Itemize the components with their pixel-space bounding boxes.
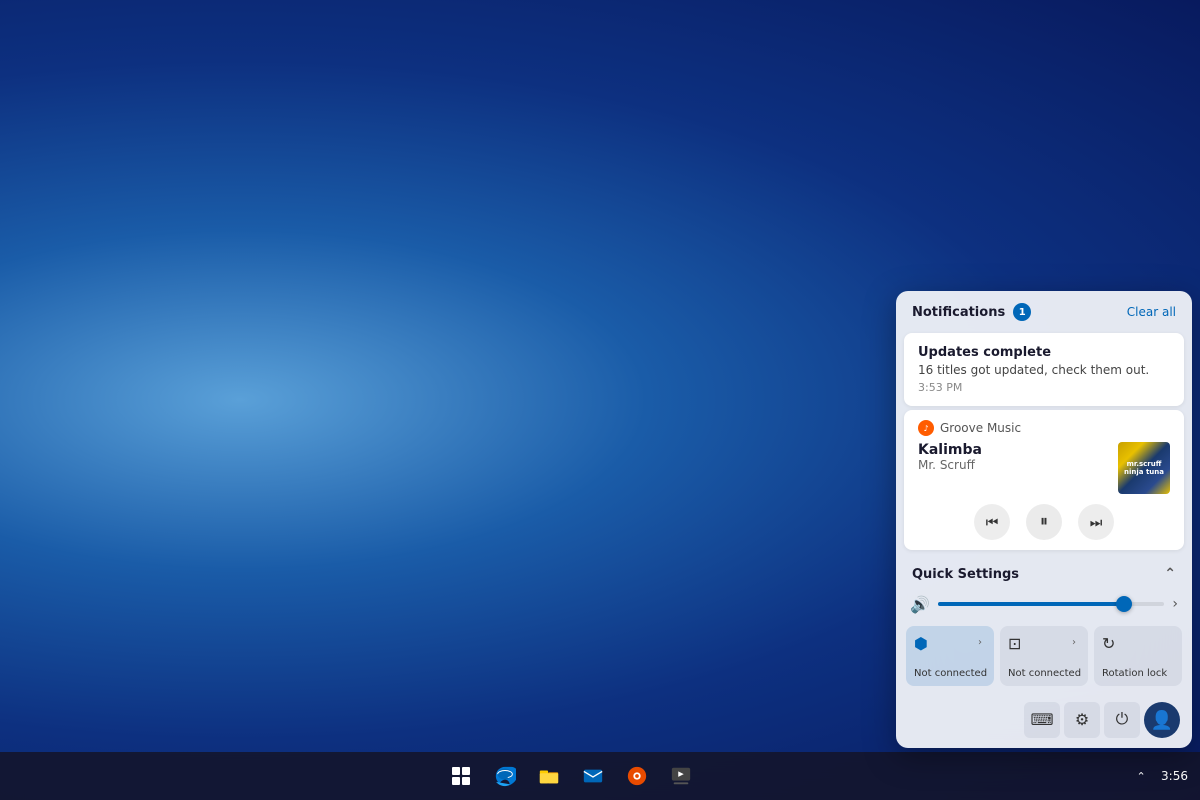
windows-logo — [452, 767, 470, 785]
connect-tile-top: ⊡ › — [1008, 634, 1082, 653]
rotation-tile-top: ↻ › — [1102, 634, 1176, 653]
clear-all-button[interactable]: Clear all — [1127, 305, 1176, 319]
desktop: Notifications 1 Clear all Updates comple… — [0, 0, 1200, 800]
notif-title: Updates complete — [918, 345, 1170, 360]
quick-settings-collapse-icon[interactable]: ⌃ — [1164, 566, 1176, 582]
volume-expand-icon[interactable]: › — [1172, 596, 1178, 612]
start-button[interactable] — [441, 756, 481, 796]
music-content: Kalimba Mr. Scruff mr.scruff ninja tuna — [918, 442, 1170, 494]
notif-time: 3:53 PM — [918, 381, 1170, 394]
connect-tile-label: Not connected — [1008, 668, 1082, 680]
groove-music-app-name: Groove Music — [940, 421, 1021, 435]
keyboard-button[interactable]: ⌨ — [1024, 702, 1060, 738]
system-tray: ⌃ — [1129, 764, 1153, 788]
volume-fill — [938, 602, 1124, 606]
quick-settings-section: Quick Settings ⌃ 🔊 › ⬢ — [896, 556, 1192, 748]
music-track-title: Kalimba — [918, 442, 1118, 458]
mail-taskbar-icon[interactable] — [573, 756, 613, 796]
bluetooth-tile-label: Not connected — [914, 668, 988, 680]
action-center-panel: Notifications 1 Clear all Updates comple… — [896, 291, 1192, 748]
notifications-badge: 1 — [1013, 303, 1031, 321]
bluetooth-tile-top: ⬢ › — [914, 634, 988, 653]
taskbar-clock[interactable]: 3:56 — [1161, 768, 1188, 785]
rotation-lock-icon: ↻ — [1102, 634, 1115, 653]
connect-display-icon: ⊡ — [1008, 634, 1021, 653]
notifications-title-text: Notifications — [912, 305, 1005, 320]
quick-settings-title: Quick Settings — [912, 567, 1019, 582]
rotation-lock-tile[interactable]: ↻ › Rotation lock — [1094, 626, 1182, 686]
notifications-label: Notifications 1 — [912, 303, 1031, 321]
volume-thumb[interactable] — [1116, 596, 1132, 612]
taskbar-icons-area — [12, 756, 1129, 796]
bluetooth-icon: ⬢ — [914, 634, 928, 653]
album-line2: ninja tuna — [1124, 468, 1164, 476]
file-explorer-taskbar-icon[interactable] — [529, 756, 569, 796]
rotation-tile-label: Rotation lock — [1102, 668, 1176, 680]
taskbar: ⌃ 3:56 — [0, 752, 1200, 800]
notif-body: 16 titles got updated, check them out. — [918, 363, 1170, 377]
notifications-header: Notifications 1 Clear all — [896, 291, 1192, 329]
music-controls: ⏮ ⏸ ⏭ — [918, 504, 1170, 540]
pause-button[interactable]: ⏸ — [1026, 504, 1062, 540]
edge-taskbar-icon[interactable] — [485, 756, 525, 796]
volume-slider[interactable] — [938, 594, 1164, 614]
album-line1: mr.scruff — [1127, 460, 1162, 468]
quick-settings-header: Quick Settings ⌃ — [896, 556, 1192, 590]
bluetooth-tile[interactable]: ⬢ › Not connected — [906, 626, 994, 686]
music-info: Kalimba Mr. Scruff — [918, 442, 1118, 472]
album-art-image: mr.scruff ninja tuna — [1118, 442, 1170, 494]
account-button[interactable]: 👤 — [1144, 702, 1180, 738]
bluetooth-tile-expand-icon[interactable]: › — [972, 634, 988, 650]
quick-settings-bottom-buttons: ⌨ ⚙ ⏻ 👤 — [896, 696, 1192, 748]
music-player-card: ♪ Groove Music Kalimba Mr. Scruff mr.scr… — [904, 410, 1184, 550]
media-player-taskbar-icon[interactable] — [661, 756, 701, 796]
taskbar-right: ⌃ 3:56 — [1129, 764, 1188, 788]
volume-icon: 🔊 — [910, 595, 930, 614]
connect-tile[interactable]: ⊡ › Not connected — [1000, 626, 1088, 686]
groove-music-icon: ♪ — [918, 420, 934, 436]
next-track-button[interactable]: ⏭ — [1078, 504, 1114, 540]
notification-card: Updates complete 16 titles got updated, … — [904, 333, 1184, 406]
prev-track-button[interactable]: ⏮ — [974, 504, 1010, 540]
settings-button[interactable]: ⚙ — [1064, 702, 1100, 738]
music-app-header: ♪ Groove Music — [918, 420, 1170, 436]
album-art: mr.scruff ninja tuna — [1118, 442, 1170, 494]
quick-settings-tiles: ⬢ › Not connected ⊡ › Not connected — [896, 622, 1192, 696]
connect-tile-expand-icon[interactable]: › — [1066, 634, 1082, 650]
power-button[interactable]: ⏻ — [1104, 702, 1140, 738]
tray-expand-icon[interactable]: ⌃ — [1129, 764, 1153, 788]
music-artist-name: Mr. Scruff — [918, 458, 1118, 472]
volume-row: 🔊 › — [896, 590, 1192, 622]
groove-taskbar-icon[interactable] — [617, 756, 657, 796]
clock-time: 3:56 — [1161, 768, 1188, 785]
